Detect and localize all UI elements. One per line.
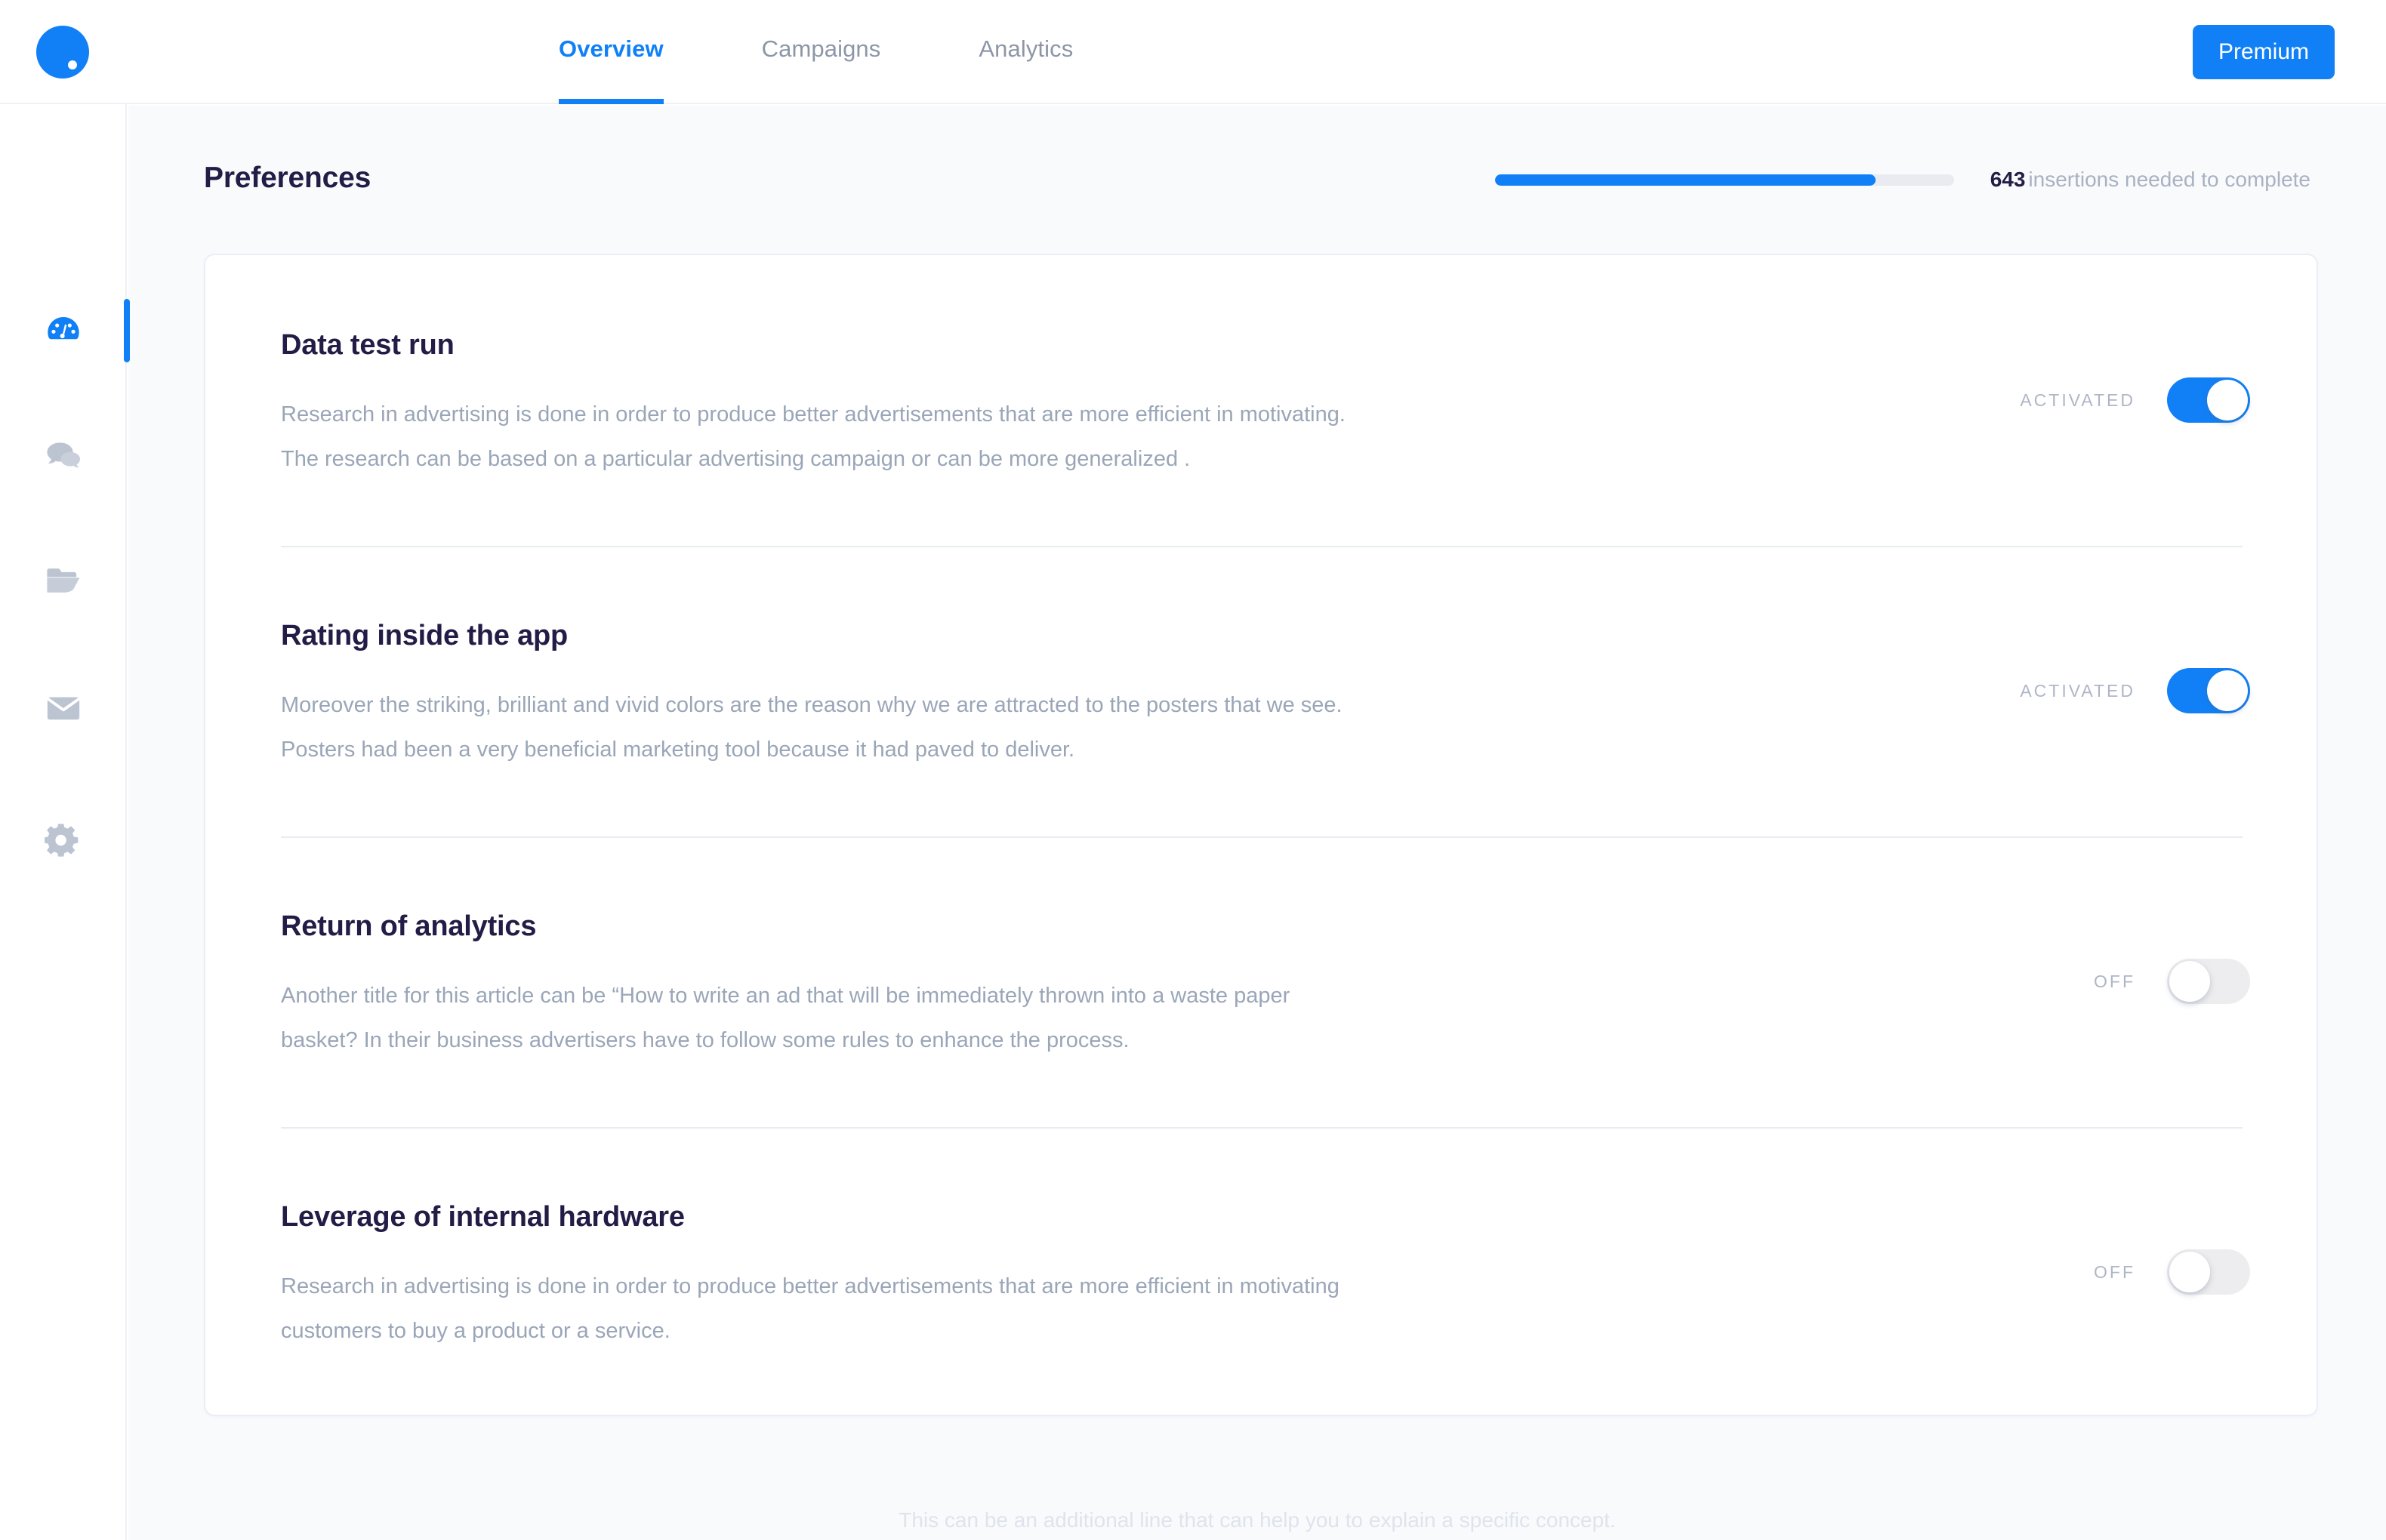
toggle-knob (2169, 1252, 2210, 1292)
progress-track (1494, 174, 1954, 186)
envelope-icon (43, 688, 84, 728)
sidebar-item-dashboard[interactable] (0, 285, 130, 376)
preference-description-line-2: customers to buy a product or a service. (281, 1319, 670, 1343)
toggle-state-label: ACTIVATED (2020, 390, 2135, 410)
preference-toggle-switch[interactable] (2167, 1249, 2250, 1295)
preference-title: Data test run (281, 329, 455, 361)
preference-description-line-2: The research can be based on a particula… (281, 447, 1191, 471)
sidebar-active-indicator (124, 299, 130, 362)
toggle-knob (2169, 961, 2210, 1002)
row-divider (281, 546, 2243, 547)
toggle-knob (2207, 380, 2248, 420)
top-navigation-bar: Overview Campaigns Analytics Premium (0, 0, 2386, 104)
app-root: Overview Campaigns Analytics Premium Pre… (0, 0, 2386, 1540)
progress-status-text: 643 insertions needed to complete (1990, 168, 2310, 192)
progress-fill (1494, 174, 1876, 186)
preference-description-line-1: Another title for this article can be “H… (281, 984, 1290, 1008)
tab-campaigns-label: Campaigns (761, 35, 881, 62)
preference-toggle-group: OFF (2094, 959, 2250, 1004)
preference-description: Research in advertising is done in order… (281, 1264, 1640, 1354)
page-title: Preferences (204, 162, 371, 194)
preference-toggle-switch[interactable] (2167, 959, 2250, 1004)
speedometer-icon (43, 310, 84, 351)
preference-description-line-1: Moreover the striking, brilliant and viv… (281, 693, 1343, 717)
gear-icon (43, 820, 84, 861)
preference-description-line-1: Research in advertising is done in order… (281, 1274, 1339, 1298)
progress-count: 643 (1990, 168, 2026, 191)
row-divider (281, 1127, 2243, 1129)
brand-logo-icon[interactable] (36, 26, 89, 79)
tab-analytics[interactable]: Analytics (979, 0, 1073, 104)
sidebar-item-messages[interactable] (0, 410, 127, 500)
preference-row-rating-inside-the-app: Rating inside the app Moreover the strik… (205, 546, 2317, 836)
tab-campaigns[interactable]: Campaigns (762, 0, 881, 104)
premium-button[interactable]: Premium (2192, 25, 2335, 79)
toggle-state-label: ACTIVATED (2020, 680, 2135, 701)
preference-description-line-2: Posters had been a very beneficial marke… (281, 738, 1075, 762)
preference-row-return-of-analytics: Return of analytics Another title for th… (205, 836, 2317, 1127)
preference-description: Moreover the striking, brilliant and viv… (281, 683, 1640, 772)
preference-description: Another title for this article can be “H… (281, 974, 1640, 1063)
chat-bubbles-icon (43, 435, 84, 476)
footer-note: This can be an additional line that can … (899, 1508, 1616, 1532)
sidebar-item-files[interactable] (0, 536, 127, 627)
preference-description-line-2: basket? In their business advertisers ha… (281, 1028, 1130, 1052)
preference-toggle-group: OFF (2094, 1249, 2250, 1295)
preference-toggle-group: ACTIVATED (2020, 668, 2250, 713)
open-folder-icon (43, 561, 84, 602)
preference-toggle-switch[interactable] (2167, 668, 2250, 713)
preference-title: Rating inside the app (281, 620, 569, 651)
preference-title: Return of analytics (281, 910, 537, 942)
tab-overview-label: Overview (559, 35, 664, 62)
sidebar-item-mail[interactable] (0, 663, 127, 753)
logo-dot (68, 60, 77, 69)
tab-analytics-label: Analytics (979, 35, 1074, 62)
main-content: Preferences 643 insertions needed to comp… (128, 106, 2386, 1540)
primary-nav-tabs: Overview Campaigns Analytics (559, 0, 1073, 104)
tab-overview[interactable]: Overview (559, 0, 664, 104)
preference-toggle-switch[interactable] (2167, 377, 2250, 423)
toggle-knob (2207, 670, 2248, 711)
preferences-card: Data test run Research in advertising is… (204, 254, 2318, 1416)
preference-row-data-test-run: Data test run Research in advertising is… (205, 255, 2317, 546)
sidebar-item-settings[interactable] (0, 795, 127, 886)
progress-label: insertions needed to complete (2028, 168, 2310, 191)
preference-description: Research in advertising is done in order… (281, 393, 1640, 482)
preference-title: Leverage of internal hardware (281, 1201, 685, 1233)
preference-description-line-1: Research in advertising is done in order… (281, 402, 1346, 427)
completion-progress: 643 insertions needed to complete (1494, 168, 2310, 192)
row-divider (281, 836, 2243, 838)
page-header: Preferences 643 insertions needed to comp… (128, 106, 2386, 249)
toggle-state-label: OFF (2094, 1261, 2135, 1282)
preference-toggle-group: ACTIVATED (2020, 377, 2250, 423)
preference-row-leverage-of-internal-hardware: Leverage of internal hardware Research i… (205, 1127, 2317, 1418)
toggle-state-label: OFF (2094, 971, 2135, 991)
left-sidebar (0, 104, 130, 1540)
